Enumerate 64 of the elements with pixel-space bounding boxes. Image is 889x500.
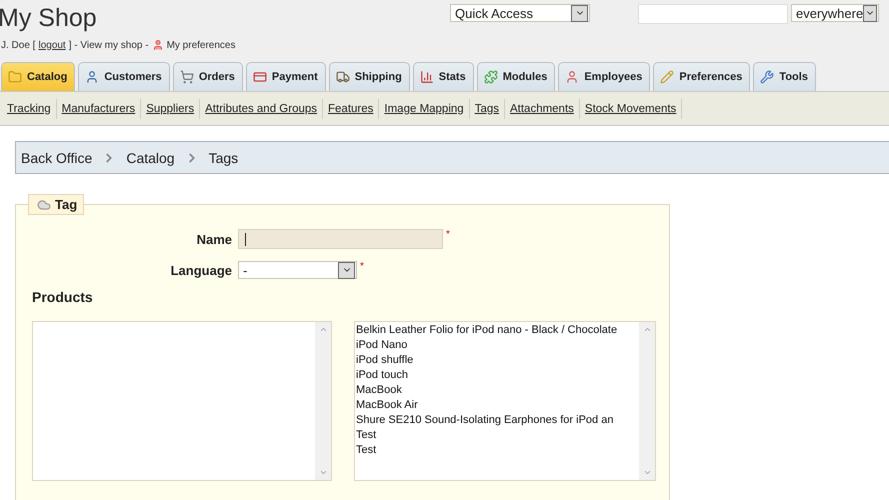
- breadcrumb-link[interactable]: Catalog: [126, 150, 175, 166]
- nav-tab[interactable]: Stats: [412, 62, 474, 91]
- shop-title: My Shop: [0, 4, 98, 33]
- cloud-icon: [37, 198, 51, 212]
- name-input[interactable]: [238, 229, 443, 249]
- truck-icon: [336, 70, 350, 84]
- card-icon: [252, 70, 267, 84]
- available-products-list[interactable]: Belkin Leather Folio for iPod nano - Black / Chocolate iPod Nano iPod shuffle iPod touch MacBook MacBook Air Shure SE210 Sound-Isolating Earphones for iPod an Test Test: [354, 321, 656, 481]
- submenu-link[interactable]: Attributes and Groups: [200, 98, 324, 118]
- product-option[interactable]: iPod Nano: [356, 338, 639, 353]
- product-option[interactable]: iPod shuffle: [356, 353, 639, 368]
- nav-tab[interactable]: Employees: [558, 62, 650, 91]
- product-option[interactable]: iPod touch: [356, 368, 639, 383]
- required-mark: *: [446, 229, 450, 240]
- submenu-link[interactable]: Tracking: [2, 98, 57, 118]
- wrench-icon: [760, 70, 774, 84]
- submenu-link[interactable]: Image Mapping: [379, 98, 470, 118]
- submenu-link[interactable]: Tags: [470, 98, 505, 118]
- submenu-link[interactable]: Manufacturers: [56, 98, 142, 118]
- breadcrumb-link[interactable]: Tags: [208, 150, 238, 166]
- search-field[interactable]: [638, 4, 788, 24]
- nav-tab[interactable]: Orders: [172, 62, 243, 91]
- product-option[interactable]: MacBook: [356, 383, 639, 398]
- scroll-down-icon[interactable]: [318, 468, 328, 477]
- name-label: Name: [196, 232, 232, 246]
- nav-tab[interactable]: Shipping: [328, 62, 410, 91]
- nav-tab[interactable]: Catalog: [1, 62, 76, 91]
- legend-title: Tag: [55, 197, 78, 212]
- nav-tab[interactable]: Modules: [476, 62, 556, 91]
- quick-access-dropdown[interactable]: Quick Access: [450, 4, 590, 22]
- search-scope-dropdown[interactable]: everywhere: [791, 4, 879, 22]
- folder-icon: [8, 70, 22, 84]
- product-option[interactable]: Test: [356, 428, 639, 443]
- breadcrumb-link[interactable]: Back Office: [21, 150, 92, 166]
- bar-chart-icon: [420, 70, 434, 84]
- view-shop-text: ] - View my shop -: [68, 40, 149, 50]
- person-icon: [152, 39, 164, 51]
- scroll-down-icon[interactable]: [642, 468, 652, 477]
- person-icon: [565, 70, 580, 84]
- scroll-up-icon[interactable]: [642, 325, 652, 334]
- cart-icon: [180, 70, 194, 84]
- scroll-up-icon[interactable]: [318, 325, 328, 334]
- product-option[interactable]: Shure SE210 Sound-Isolating Earphones for iPod an: [356, 413, 639, 428]
- user-name: J. Doe [: [1, 40, 36, 50]
- pencil-icon: [660, 70, 674, 84]
- nav-tab[interactable]: Payment: [246, 62, 326, 91]
- products-heading: Products: [32, 289, 94, 305]
- product-option[interactable]: MacBook Air: [356, 398, 639, 413]
- logout-link[interactable]: logout: [38, 40, 66, 50]
- submenu-link[interactable]: Attachments: [504, 98, 580, 118]
- nav-tab[interactable]: Preferences: [653, 62, 750, 91]
- submenu-link[interactable]: Stock Movements: [580, 98, 682, 118]
- nav-tab[interactable]: Customers: [78, 62, 170, 91]
- submenu-link[interactable]: Suppliers: [141, 98, 200, 118]
- product-option[interactable]: Test: [356, 443, 639, 458]
- person-icon: [85, 70, 100, 84]
- language-dropdown[interactable]: -: [238, 261, 357, 279]
- required-mark: *: [360, 261, 364, 272]
- nav-tab[interactable]: Tools: [753, 62, 816, 91]
- language-label: Language: [170, 262, 232, 278]
- submenu-link[interactable]: Features: [323, 98, 380, 118]
- preferences-link[interactable]: My preferences: [166, 40, 236, 50]
- product-option[interactable]: Belkin Leather Folio for iPod nano - Black / Chocolate: [356, 323, 639, 338]
- puzzle-icon: [484, 70, 498, 84]
